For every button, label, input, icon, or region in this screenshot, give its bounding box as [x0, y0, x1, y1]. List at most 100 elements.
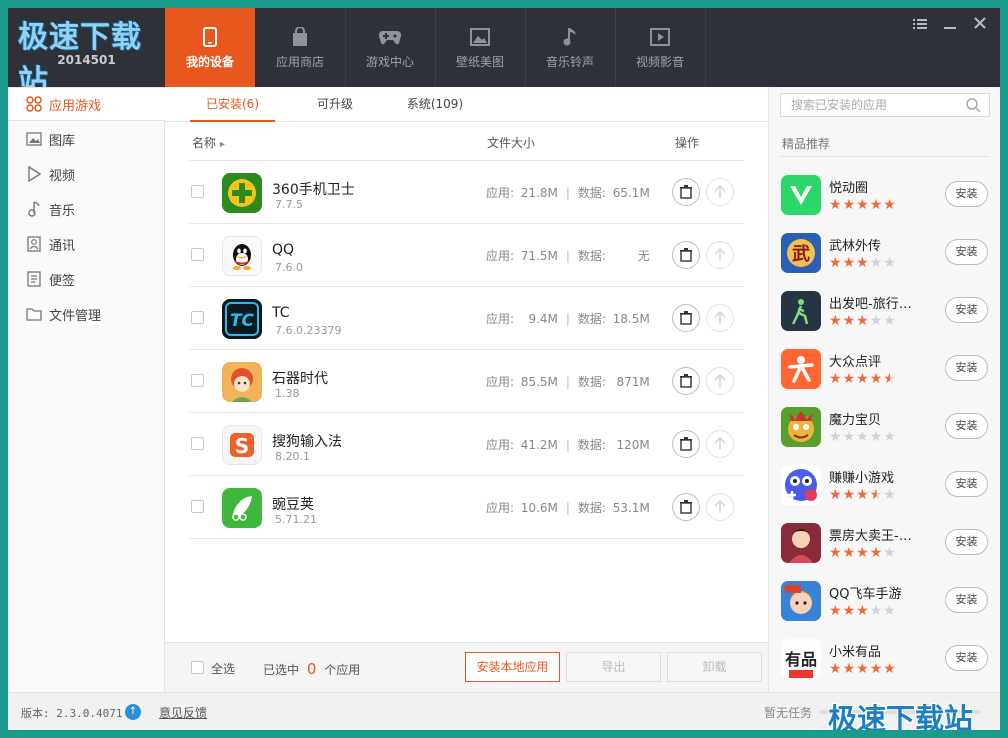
table-row[interactable]: 360手机卫士 7.7.5 应用: 21.8M | 数据: 65.1M — [189, 161, 744, 224]
minimize-icon[interactable] — [940, 16, 960, 34]
export-button[interactable]: 导出 — [566, 652, 661, 682]
uninstall-button[interactable] — [672, 493, 700, 521]
table-row[interactable]: S 搜狗输入法 8.20.1 应用: 41.2M | 数据: 120M — [189, 413, 744, 476]
recommend-title: 精品推荐 — [782, 137, 831, 151]
app-size: 应用: 41.2M | 数据: 120M — [486, 438, 650, 452]
recommend-app-name: 小米有品 — [829, 645, 882, 660]
version-text: 版本: 2.3.0.4071 — [21, 707, 123, 720]
star-icon: ★ — [842, 661, 857, 677]
table-row[interactable]: QQ 7.6.0 应用: 71.5M | 数据: 无 — [189, 224, 744, 287]
upgrade-button[interactable] — [706, 241, 734, 269]
upgrade-button[interactable] — [706, 493, 734, 521]
sidebar-item-video[interactable]: 视频 — [8, 157, 165, 191]
search-input[interactable]: 搜索已安装的应用 — [780, 93, 990, 117]
app-icon-molibaobei — [781, 407, 821, 447]
uninstall-button[interactable] — [672, 304, 700, 332]
sidebar-item-gallery[interactable]: 图库 — [8, 122, 165, 156]
star-icon: ★ — [883, 255, 897, 271]
sidebar-item-notes[interactable]: 便签 — [8, 262, 165, 296]
row-checkbox[interactable] — [191, 248, 204, 261]
app-icon-qq — [222, 236, 262, 276]
uninstall-button[interactable] — [672, 241, 700, 269]
install-button[interactable]: 安装 — [945, 355, 988, 381]
tab-wallpaper[interactable]: 壁纸美图 — [435, 8, 525, 87]
recommend-item[interactable]: 武 武林外传 ★★★★★ 安装 — [781, 233, 993, 291]
row-checkbox[interactable] — [191, 374, 204, 387]
recommend-app-name: 武林外传 — [829, 239, 882, 254]
star-icon: ★ — [869, 197, 884, 213]
app-icon-360 — [222, 173, 262, 213]
install-button[interactable]: 安装 — [945, 587, 988, 613]
tab-my-device[interactable]: 我的设备 — [165, 8, 255, 87]
tab-system[interactable]: 系统(109) — [395, 87, 475, 122]
install-button[interactable]: 安装 — [945, 529, 988, 555]
feedback-link[interactable]: 意见反馈 — [159, 704, 207, 721]
star-icon: ★ — [829, 487, 843, 503]
sidebar-item-contacts[interactable]: 通讯 — [8, 227, 165, 261]
table-row[interactable]: TC TC 7.6.0.23379 应用: 9.4M | 数据: 18.5M — [189, 287, 744, 350]
sidebar-item-label: 视频 — [49, 168, 76, 184]
install-button[interactable]: 安装 — [945, 181, 988, 207]
update-arrow-icon[interactable]: ↑ — [125, 704, 141, 720]
sidebar-item-label: 图库 — [49, 133, 76, 149]
install-button[interactable]: 安装 — [945, 239, 988, 265]
star-rating: ★★★★★ — [829, 661, 897, 677]
contacts-icon — [26, 236, 42, 252]
tab-app-store[interactable]: 应用商店 — [255, 8, 345, 87]
selected-count-text: 已选中 0 个应用 — [263, 660, 361, 678]
star-icon: ★ — [842, 603, 857, 619]
upgrade-button[interactable] — [706, 304, 734, 332]
uninstall-button[interactable] — [672, 178, 700, 206]
tab-game-center[interactable]: 游戏中心 — [345, 8, 435, 87]
recommend-app-name: 赚赚小游戏 — [829, 471, 895, 486]
star-icon: ★ — [869, 487, 884, 503]
video-icon — [649, 26, 671, 48]
uninstall-selected-button[interactable]: 卸载 — [667, 652, 762, 682]
install-local-button[interactable]: 安装本地应用 — [465, 652, 560, 682]
row-checkbox[interactable] — [191, 311, 204, 324]
recommend-item[interactable]: 票房大卖王-… ★★★★★ 安装 — [781, 523, 993, 581]
install-button[interactable]: 安装 — [945, 413, 988, 439]
uninstall-button[interactable] — [672, 430, 700, 458]
row-checkbox[interactable] — [191, 437, 204, 450]
upgrade-button[interactable] — [706, 178, 734, 206]
recommend-item[interactable]: 赚赚小游戏 ★★★★★ 安装 — [781, 465, 993, 523]
install-button[interactable]: 安装 — [945, 297, 988, 323]
select-all-checkbox[interactable] — [191, 661, 204, 674]
recommend-item[interactable]: 大众点评 ★★★★★ 安装 — [781, 349, 993, 407]
tab-installed[interactable]: 已安装(6) — [190, 87, 275, 122]
trash-icon — [680, 248, 692, 262]
row-checkbox[interactable] — [191, 500, 204, 513]
upgrade-button[interactable] — [706, 367, 734, 395]
menu-icon[interactable] — [910, 16, 930, 34]
uninstall-button[interactable] — [672, 367, 700, 395]
star-icon: ★ — [829, 371, 843, 387]
recommend-item[interactable]: 有品 小米有品 ★★★★★ 安装 — [781, 639, 993, 697]
nav-divider — [615, 8, 616, 87]
star-icon: ★ — [883, 661, 897, 677]
table-row[interactable]: 豌豆荚 5.71.21 应用: 10.6M | 数据: 53.1M — [189, 476, 744, 539]
recommend-item[interactable]: 悦动圈 ★★★★★ 安装 — [781, 175, 993, 233]
device-area[interactable]: 极速下载站 2014501 — [8, 8, 165, 99]
recommend-app-name: 魔力宝贝 — [829, 413, 882, 428]
sidebar-item-music[interactable]: 音乐 — [8, 192, 165, 226]
recommend-item[interactable]: 魔力宝贝 ★★★★★ 安装 — [781, 407, 993, 465]
app-size: 应用: 9.4M | 数据: 18.5M — [486, 312, 650, 326]
search-placeholder: 搜索已安装的应用 — [791, 98, 888, 112]
install-button[interactable]: 安装 — [945, 645, 988, 671]
sidebar-item-files[interactable]: 文件管理 — [8, 297, 165, 331]
column-name[interactable]: 名称 ▸ — [192, 134, 225, 151]
tab-upgradable[interactable]: 可升级 — [305, 87, 365, 122]
table-row[interactable]: 石器时代 1.38 应用: 85.5M | 数据: 871M — [189, 350, 744, 413]
sidebar-item-apps[interactable]: 应用游戏 — [8, 87, 166, 121]
install-button[interactable]: 安装 — [945, 471, 988, 497]
row-checkbox[interactable] — [191, 185, 204, 198]
tab-music[interactable]: 音乐铃声 — [525, 8, 615, 87]
close-icon[interactable] — [970, 16, 990, 34]
recommend-item[interactable]: QQ飞车手游 ★★★★★ 安装 — [781, 581, 993, 639]
upgrade-button[interactable] — [706, 430, 734, 458]
star-icon: ★ — [856, 197, 870, 213]
recommend-item[interactable]: 出发吧-旅行… ★★★★★ 安装 — [781, 291, 993, 349]
star-icon: ★ — [856, 487, 870, 503]
tab-video[interactable]: 视频影音 — [615, 8, 705, 87]
